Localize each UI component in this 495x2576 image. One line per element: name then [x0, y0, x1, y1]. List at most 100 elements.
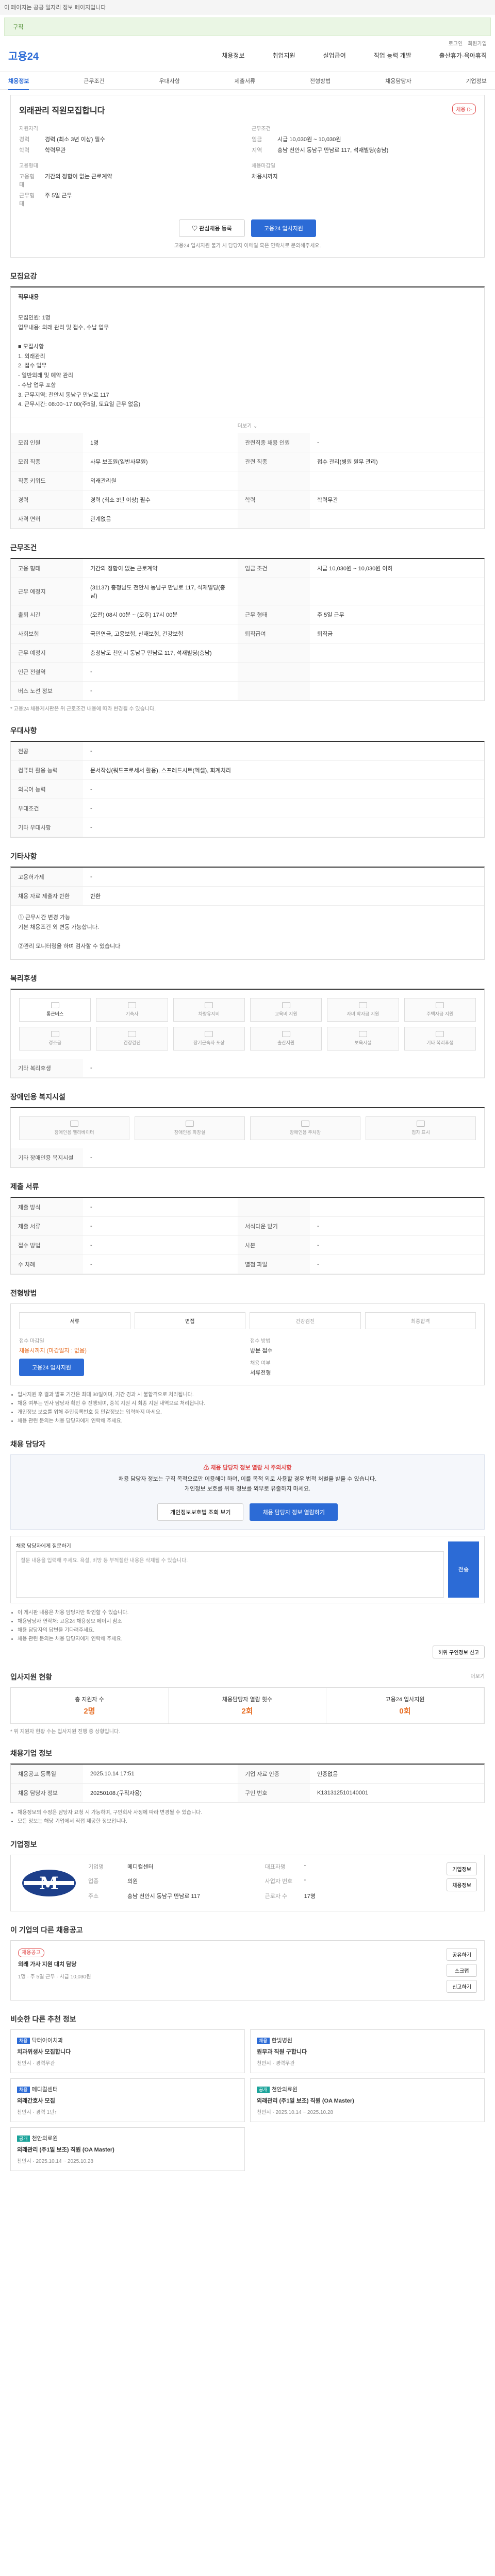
company-field-value: -: [304, 1877, 306, 1884]
report-small-button[interactable]: 신고하기: [447, 1979, 477, 1993]
section-title-company: 기업정보: [10, 1840, 37, 1849]
row-th: 채용 담당자 정보: [11, 1783, 83, 1802]
report-button[interactable]: 허위 구인정보 신고: [432, 1645, 485, 1658]
scrap-button[interactable]: ♡ 관심채용 등록: [179, 219, 245, 237]
tab-docs[interactable]: 제출서류: [235, 77, 255, 85]
kv-key: 근무형태: [19, 193, 35, 207]
more-button[interactable]: 더보기 ⌄: [11, 417, 484, 433]
similar-title: 외래간호사 모집: [17, 2097, 55, 2104]
login-link[interactable]: 로그인: [449, 39, 463, 47]
share-button[interactable]: 공유하기: [447, 1947, 477, 1961]
company-field-value: 메디컬센터: [127, 1863, 154, 1870]
signup-link[interactable]: 회원가입: [468, 39, 487, 47]
disabled-item: 장애인용 주차장: [250, 1116, 360, 1140]
similar-company: 메디컬센터: [31, 2086, 58, 2093]
table-row: 인근 전철역 -: [11, 662, 484, 682]
disabled-item: 점자 표시: [366, 1116, 476, 1140]
company-field-key: 주소: [88, 1893, 99, 1900]
similar-company: 천안의료원: [271, 2086, 298, 2093]
alert-icon: ⚠: [203, 1464, 209, 1471]
row-th: 별첨 파일: [238, 1255, 310, 1274]
row-td: 접수 관리(병원 원무 관리): [317, 459, 378, 465]
list-item: 입사지원 후 결과 발표 기간은 최대 30일이며, 기간 경과 시 불합격으로…: [18, 1391, 485, 1399]
row-td: -: [90, 1223, 92, 1229]
similar-title: 외래관리 (주1일 보조) 직원 (OA Master): [17, 2146, 114, 2153]
other-job-card[interactable]: 채용공고 외래 가사 지원 대치 담당 1명 · 주 5일 근무 · 시급 10…: [10, 1940, 485, 2001]
promo-banner[interactable]: 구직: [4, 18, 491, 36]
company-info-button[interactable]: 기업정보: [447, 1862, 477, 1875]
stats-more-link[interactable]: 더보기: [470, 1672, 485, 1680]
kv-value: 충남 천안시 동남구 만남로 117, 석재빌딩(충남): [277, 147, 389, 154]
company-field-value: 17명: [304, 1893, 316, 1900]
gnb-item[interactable]: 출산휴가·육아휴직: [439, 51, 487, 60]
disabled-item: 장애인용 화장실: [135, 1116, 245, 1140]
view-contact-button[interactable]: 채용 담당자 정보 열람하기: [250, 1503, 338, 1521]
conditions-label: 근무조건: [252, 126, 271, 132]
row-th: 고용허가제: [11, 867, 83, 886]
gnb-item[interactable]: 채용정보: [222, 51, 244, 60]
similar-job-card[interactable]: 채용 한빛병원 원무과 직원 구합니다 천안시 · 경력무관: [250, 2029, 485, 2073]
company-logo: M: [18, 1862, 80, 1904]
gnb-item[interactable]: 직업 능력 개발: [374, 51, 411, 60]
send-button[interactable]: 전송: [448, 1541, 479, 1598]
similar-job-card[interactable]: 공개 천안의료원 외래관리 (주1일 보조) 직원 (OA Master) 천안시 ·…: [250, 2078, 485, 2122]
stat-label: 고용24 입사지원: [385, 1696, 425, 1703]
tab-contact[interactable]: 채용담당자: [385, 77, 411, 85]
table-row: 버스 노선 정보 -: [11, 681, 484, 701]
company-field-value: 의원: [127, 1878, 138, 1885]
row-td: 주 5일 근무: [317, 612, 344, 618]
welfare-item: 경조금: [19, 1026, 91, 1050]
welfare-icon: [358, 1002, 367, 1009]
welfare-item: 기타 복리후생: [404, 1026, 476, 1050]
job-desc-title: 직무내용: [18, 294, 39, 300]
process-apply-button[interactable]: 고용24 입사지원: [19, 1358, 85, 1376]
row-th: 임금 조건: [238, 558, 310, 578]
tab-conditions[interactable]: 근무조건: [84, 77, 104, 85]
question-input[interactable]: 질문 내용을 입력해 주세요. 욕설, 비방 등 부적절한 내용은 삭제될 수 …: [16, 1551, 444, 1598]
welfare-item: 주택자금 지원: [404, 997, 476, 1022]
tab-process[interactable]: 전형방법: [310, 77, 331, 85]
gnb-item[interactable]: 취업지원: [272, 51, 295, 60]
row-th: 관련 직종: [238, 452, 310, 471]
row-td: [310, 667, 465, 677]
welfare-item: 출산지원: [250, 1026, 322, 1050]
privacy-button[interactable]: 개인정보보호법 조회 보기: [157, 1503, 244, 1521]
more-label: 더보기: [237, 423, 252, 429]
table-row: 제출 서류 - 서식다운 받기 -: [11, 1216, 484, 1236]
welfare-icon: [205, 1031, 213, 1038]
similar-card-top: 채용 메디컬센터: [17, 2085, 238, 2093]
apply-button[interactable]: 고용24 입사지원: [251, 219, 316, 237]
kv-value: 주 5일 근무: [45, 193, 72, 199]
row-th: 구인 번호: [238, 1783, 310, 1802]
similar-job-card[interactable]: 공개 천안의료원 외래관리 (주1일 보조) 직원 (OA Master) 천안시 ·…: [10, 2127, 245, 2171]
company-jobs-button[interactable]: 채용정보: [447, 1878, 477, 1891]
scrap-small-button[interactable]: 스크랩: [447, 1963, 477, 1977]
row-th: 전공: [11, 741, 83, 760]
gnb-item[interactable]: 실업급여: [323, 51, 346, 60]
similar-badge: 채용: [17, 2086, 30, 2093]
tab-recruit[interactable]: 채용정보: [8, 77, 29, 90]
similar-badge: 공개: [257, 2086, 270, 2093]
kv-key: 학력: [19, 147, 30, 154]
util-links: 로그인 회원가입: [449, 39, 487, 47]
table-row: 컴퓨터 활용 능력 문서작성(워드프로세서 활용), 스프레드시트(엑셀), 회계…: [11, 760, 484, 780]
table-row: 우대조건 -: [11, 799, 484, 818]
tab-company[interactable]: 기업정보: [466, 77, 486, 85]
list-item: 채용 담당자의 답변을 기다려주세요.: [18, 1626, 485, 1635]
row-th: [238, 643, 310, 662]
company-field-key: 근로자 수: [265, 1893, 288, 1900]
row-th: 사본: [238, 1235, 310, 1255]
row-td: 기간의 정함이 없는 근로계약: [90, 565, 158, 572]
similar-job-card[interactable]: 채용 메디컬센터 외래간호사 모집 천안시 · 경력 1년↑: [10, 2078, 245, 2122]
row-td: (오전) 08시 00분 ~ (오후) 17시 00분: [90, 612, 178, 618]
row-th: 모집 직종: [11, 452, 83, 471]
site-logo[interactable]: 고용24: [8, 48, 39, 63]
result-label: 채용 여부: [250, 1360, 271, 1366]
row-td: [310, 686, 465, 696]
similar-meta: 천안시 · 2025.10.14 ~ 2025.10.28: [17, 2158, 93, 2164]
row-td: -: [317, 1261, 319, 1267]
tab-preference[interactable]: 우대사항: [159, 77, 179, 85]
row-td: -: [317, 1223, 319, 1229]
similar-job-card[interactable]: 채용 닥터아이치과 치과위생사 모집합니다 천안시 · 경력무관: [10, 2029, 245, 2073]
disabled-label: 장애인용 주차장: [289, 1130, 321, 1136]
